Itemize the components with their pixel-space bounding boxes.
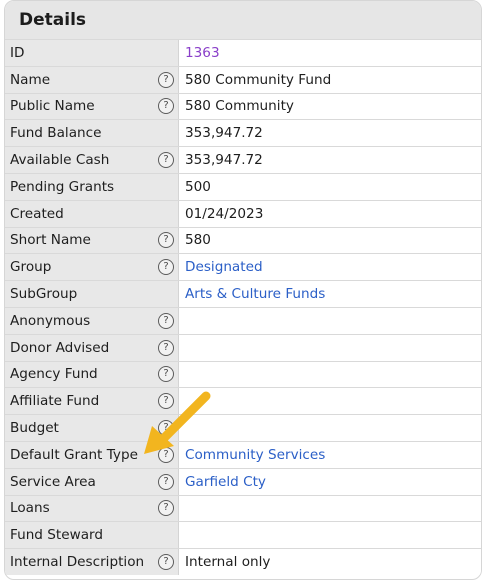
field-label-cell: Budget?	[5, 415, 179, 441]
field-row-fund-balance: Fund Balance 353,947.72	[5, 119, 481, 147]
field-label: Service Area	[10, 473, 96, 490]
field-row-subgroup: SubGroup Arts & Culture Funds	[5, 280, 481, 307]
field-label-cell: Fund Steward	[5, 522, 179, 549]
question-circle-icon[interactable]: ?	[158, 366, 174, 383]
field-label: Donor Advised	[10, 339, 110, 356]
field-label: Fund Steward	[10, 527, 104, 544]
question-circle-icon[interactable]: ?	[158, 259, 174, 276]
field-value-name: 580 Community Fund	[179, 66, 481, 93]
field-row-available-cash: Available Cash? 353,947.72	[5, 146, 481, 173]
field-label-cell: Available Cash?	[5, 147, 179, 173]
field-value-created: 01/24/2023	[179, 200, 481, 227]
question-circle-icon[interactable]: ?	[158, 232, 174, 249]
question-circle-icon[interactable]: ?	[158, 554, 174, 571]
field-label: Name	[10, 71, 51, 88]
field-value-subgroup[interactable]: Arts & Culture Funds	[179, 281, 481, 307]
field-value-donor-advised	[179, 334, 481, 361]
field-value-budget	[179, 415, 481, 441]
field-value-fund-steward	[179, 522, 481, 549]
field-value-agency-fund	[179, 361, 481, 388]
field-row-budget: Budget?	[5, 414, 481, 441]
field-value-anonymous	[179, 307, 481, 334]
field-label: Available Cash	[10, 152, 110, 169]
field-row-pending-grants: Pending Grants 500	[5, 172, 481, 200]
field-label-cell: Service Area?	[5, 468, 179, 495]
field-label-cell: Agency Fund?	[5, 361, 179, 388]
field-value-affiliate-fund	[179, 388, 481, 415]
field-label: Pending Grants	[10, 178, 115, 195]
field-label-cell: Default Grant Type?	[5, 441, 179, 468]
field-label: Internal Description	[10, 554, 145, 571]
field-row-short-name: Short Name? 580	[5, 226, 481, 254]
field-label: ID	[10, 44, 25, 61]
field-label-cell: Short Name?	[5, 227, 179, 254]
field-value-available-cash: 353,947.72	[179, 147, 481, 173]
field-label-cell: Donor Advised?	[5, 334, 179, 361]
field-label-cell: Fund Balance	[5, 120, 179, 147]
field-row-donor-advised: Donor Advised?	[5, 333, 481, 361]
field-row-fund-steward: Fund Steward	[5, 521, 481, 549]
question-circle-icon[interactable]: ?	[158, 473, 174, 490]
field-label: Affiliate Fund	[10, 393, 100, 410]
field-label-cell: Internal Description?	[5, 549, 179, 575]
field-label-cell: Affiliate Fund?	[5, 388, 179, 415]
question-circle-icon[interactable]: ?	[158, 420, 174, 437]
field-label: Agency Fund	[10, 366, 98, 383]
field-label: Anonymous	[10, 312, 91, 329]
field-label: SubGroup	[10, 286, 78, 303]
field-row-service-area: Service Area? Garfield Cty	[5, 467, 481, 495]
field-value-default-grant-type[interactable]: Community Services	[179, 441, 481, 468]
field-label: Loans	[10, 500, 50, 517]
field-value-public-name: 580 Community	[179, 93, 481, 120]
field-value-internal-description: Internal only	[179, 549, 481, 575]
field-label-cell: SubGroup	[5, 281, 179, 307]
question-circle-icon[interactable]: ?	[158, 312, 174, 329]
field-value-id: 1363	[179, 40, 481, 66]
field-label-cell: Public Name?	[5, 93, 179, 120]
field-value-pending-grants: 500	[179, 173, 481, 200]
field-value-short-name: 580	[179, 227, 481, 254]
field-label-cell: Group?	[5, 254, 179, 281]
field-label: Group	[10, 259, 52, 276]
field-row-loans: Loans?	[5, 494, 481, 522]
field-label: Fund Balance	[10, 125, 102, 142]
details-panel: Details ID 1363 Name? 580 Community Fund Pub…	[4, 0, 482, 580]
field-label-cell: ID	[5, 40, 179, 66]
field-label-cell: Created	[5, 200, 179, 227]
panel-title: Details	[19, 10, 87, 30]
field-row-default-grant-type: Default Grant Type? Community Services	[5, 440, 481, 468]
field-label-cell: Loans?	[5, 495, 179, 522]
question-circle-icon[interactable]: ?	[158, 71, 174, 88]
field-value-loans	[179, 495, 481, 522]
field-label-cell: Name?	[5, 66, 179, 93]
question-circle-icon[interactable]: ?	[158, 98, 174, 115]
field-label: Budget	[10, 420, 59, 437]
field-value-service-area[interactable]: Garfield Cty	[179, 468, 481, 495]
question-circle-icon[interactable]: ?	[158, 393, 174, 410]
question-circle-icon[interactable]: ?	[158, 446, 174, 463]
field-label: Default Grant Type	[10, 446, 138, 463]
question-circle-icon[interactable]: ?	[158, 500, 174, 517]
field-row-name: Name? 580 Community Fund	[5, 65, 481, 93]
field-label-cell: Anonymous?	[5, 307, 179, 334]
field-value-group[interactable]: Designated	[179, 254, 481, 281]
panel-header: Details	[5, 1, 481, 39]
field-row-affiliate-fund: Affiliate Fund?	[5, 387, 481, 415]
field-label: Public Name	[10, 98, 95, 115]
field-value-fund-balance: 353,947.72	[179, 120, 481, 147]
field-row-group: Group? Designated	[5, 253, 481, 281]
field-label: Created	[10, 205, 64, 222]
field-row-created: Created 01/24/2023	[5, 199, 481, 227]
field-row-agency-fund: Agency Fund?	[5, 360, 481, 388]
field-row-anonymous: Anonymous?	[5, 306, 481, 334]
field-label-cell: Pending Grants	[5, 173, 179, 200]
field-row-internal-description: Internal Description? Internal only	[5, 548, 481, 575]
field-row-id: ID 1363	[5, 39, 481, 66]
question-circle-icon[interactable]: ?	[158, 339, 174, 356]
details-table: ID 1363 Name? 580 Community Fund Public Name…	[5, 39, 481, 575]
question-circle-icon[interactable]: ?	[158, 152, 174, 169]
field-label: Short Name	[10, 232, 91, 249]
field-row-public-name: Public Name? 580 Community	[5, 92, 481, 120]
